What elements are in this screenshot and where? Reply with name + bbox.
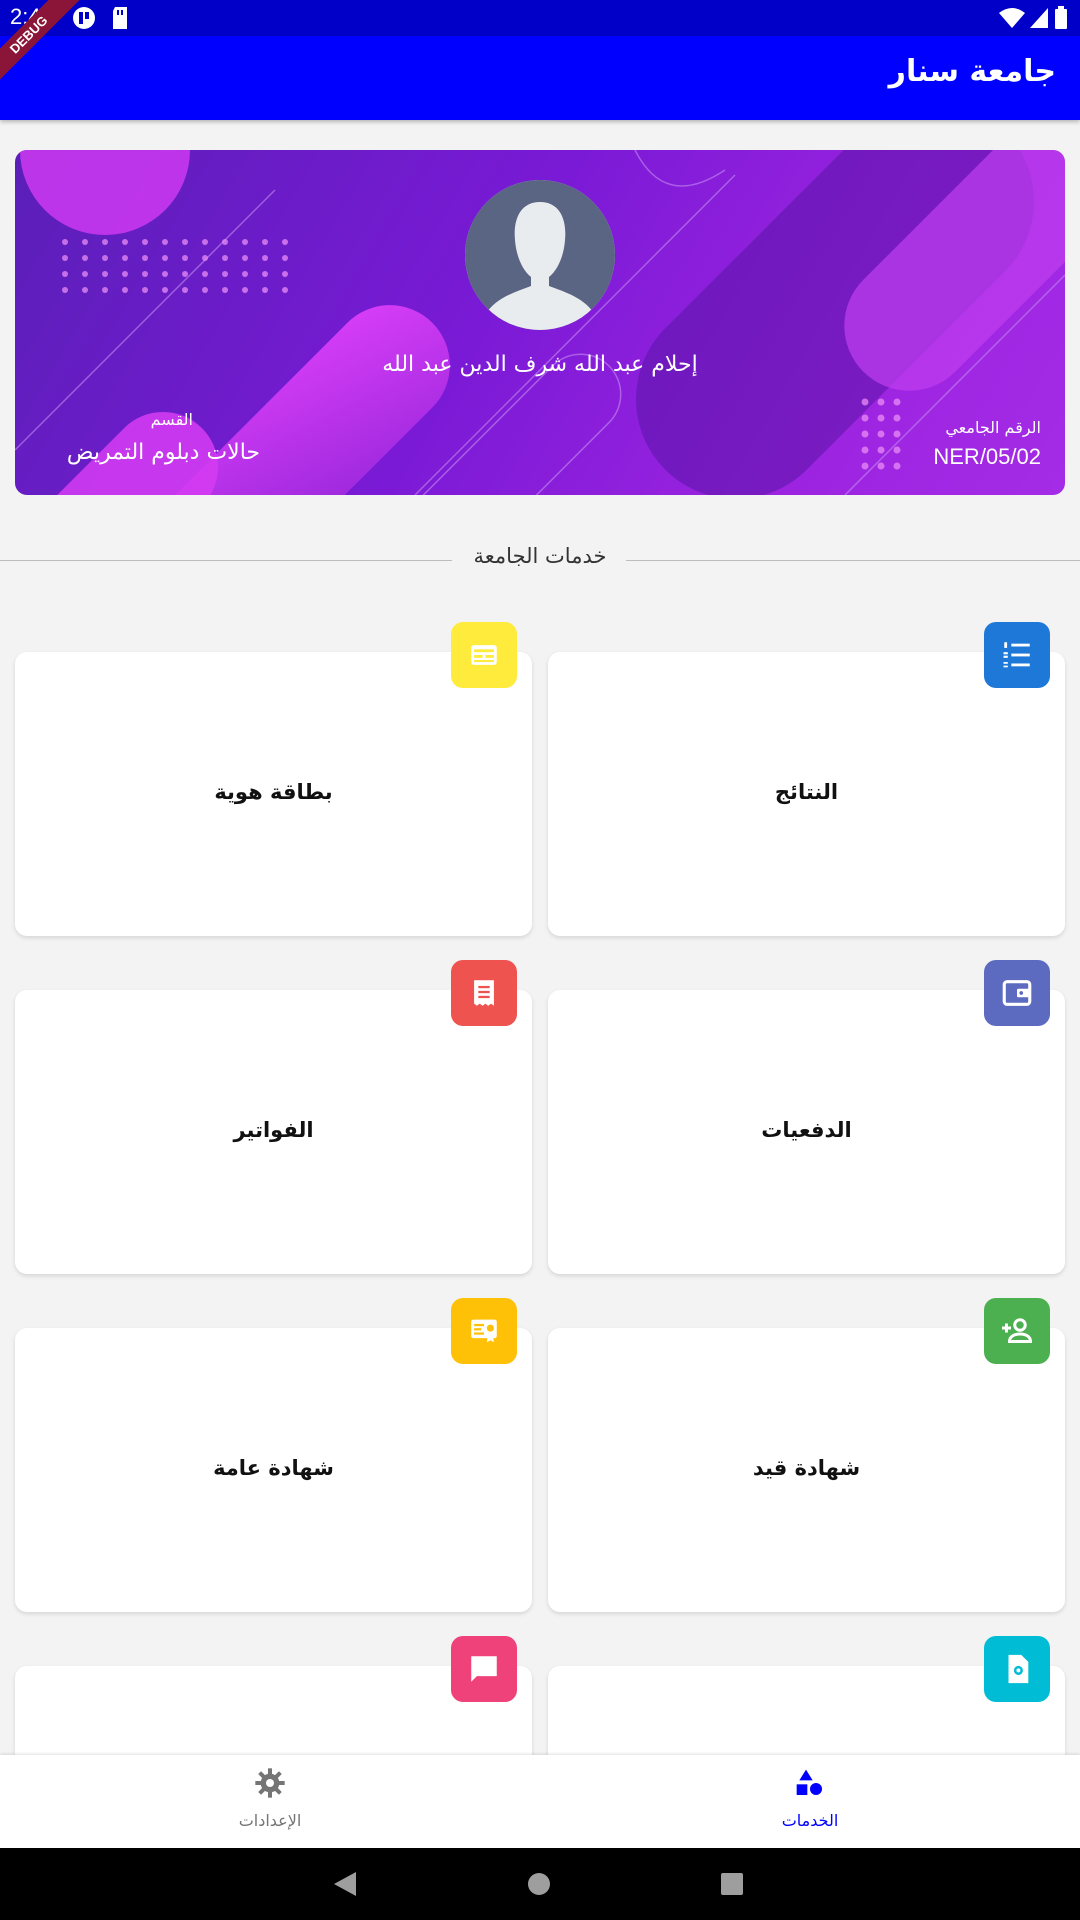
wifi-icon [999, 8, 1025, 28]
document-badge-icon[interactable] [984, 1636, 1050, 1702]
person-silhouette-icon [465, 180, 615, 330]
services-section-header: خدمات الجامعة [0, 540, 1080, 580]
service-label: الفواتير [233, 1118, 314, 1142]
service-label: النتائج [774, 780, 839, 804]
nav-tab-services-label: الخدمات [781, 1811, 839, 1830]
service-label: بطاقة هوية [214, 780, 333, 804]
recents-icon[interactable] [720, 1872, 744, 1896]
student-id-label: الرقم الجامعي [945, 418, 1041, 437]
app-title: جامعة سنار [888, 54, 1056, 89]
certificate-icon[interactable] [451, 1298, 517, 1364]
system-navigation-bar [0, 1848, 1080, 1920]
status-bar: 2:49 [0, 0, 1080, 36]
department-value: حالات دبلوم التمريض [66, 440, 260, 465]
list-numbered-icon[interactable] [984, 622, 1050, 688]
service-card-enrollment-certificate[interactable]: شهادة قيد [548, 1328, 1065, 1612]
service-card-results[interactable]: النتائج [548, 652, 1065, 936]
shapes-icon [796, 1769, 822, 1795]
avatar[interactable] [465, 180, 615, 330]
home-icon[interactable] [527, 1872, 551, 1896]
message-icon[interactable] [451, 1636, 517, 1702]
back-icon[interactable] [332, 1870, 358, 1898]
service-card-invoices[interactable]: الفواتير [15, 990, 532, 1274]
signal-icon [1030, 8, 1048, 28]
nav-tab-settings-label: الإعدادات [238, 1811, 302, 1830]
bottom-navigation: الخدمات الإعدادات [0, 1755, 1080, 1848]
battery-icon [1055, 6, 1067, 29]
wallet-icon[interactable] [984, 960, 1050, 1026]
service-label: الدفعيات [761, 1118, 852, 1142]
sd-card-icon [113, 7, 127, 29]
id-card-icon[interactable] [451, 622, 517, 688]
service-card-general-certificate[interactable]: شهادة عامة [15, 1328, 532, 1612]
service-label: شهادة قيد [752, 1456, 861, 1480]
student-id-value: NER/05/02 [933, 444, 1041, 469]
department-label: القسم [150, 410, 193, 429]
profile-card: إحلام عبد الله شرف الدين عبد الله القسم … [15, 150, 1065, 495]
app-bar: جامعة سنار [0, 36, 1080, 120]
services-section-title: خدمات الجامعة [473, 544, 607, 568]
service-card-id-card[interactable]: بطاقة هوية [15, 652, 532, 936]
notification-app-icon [73, 7, 95, 29]
gear-icon [255, 1768, 285, 1798]
nav-tab-services[interactable]: الخدمات [540, 1755, 1080, 1848]
receipt-icon[interactable] [451, 960, 517, 1026]
student-name: إحلام عبد الله شرف الدين عبد الله [382, 352, 698, 377]
service-card-payments[interactable]: الدفعيات [548, 990, 1065, 1274]
person-add-icon[interactable] [984, 1298, 1050, 1364]
nav-tab-settings[interactable]: الإعدادات [0, 1755, 540, 1848]
service-label: شهادة عامة [213, 1456, 334, 1480]
